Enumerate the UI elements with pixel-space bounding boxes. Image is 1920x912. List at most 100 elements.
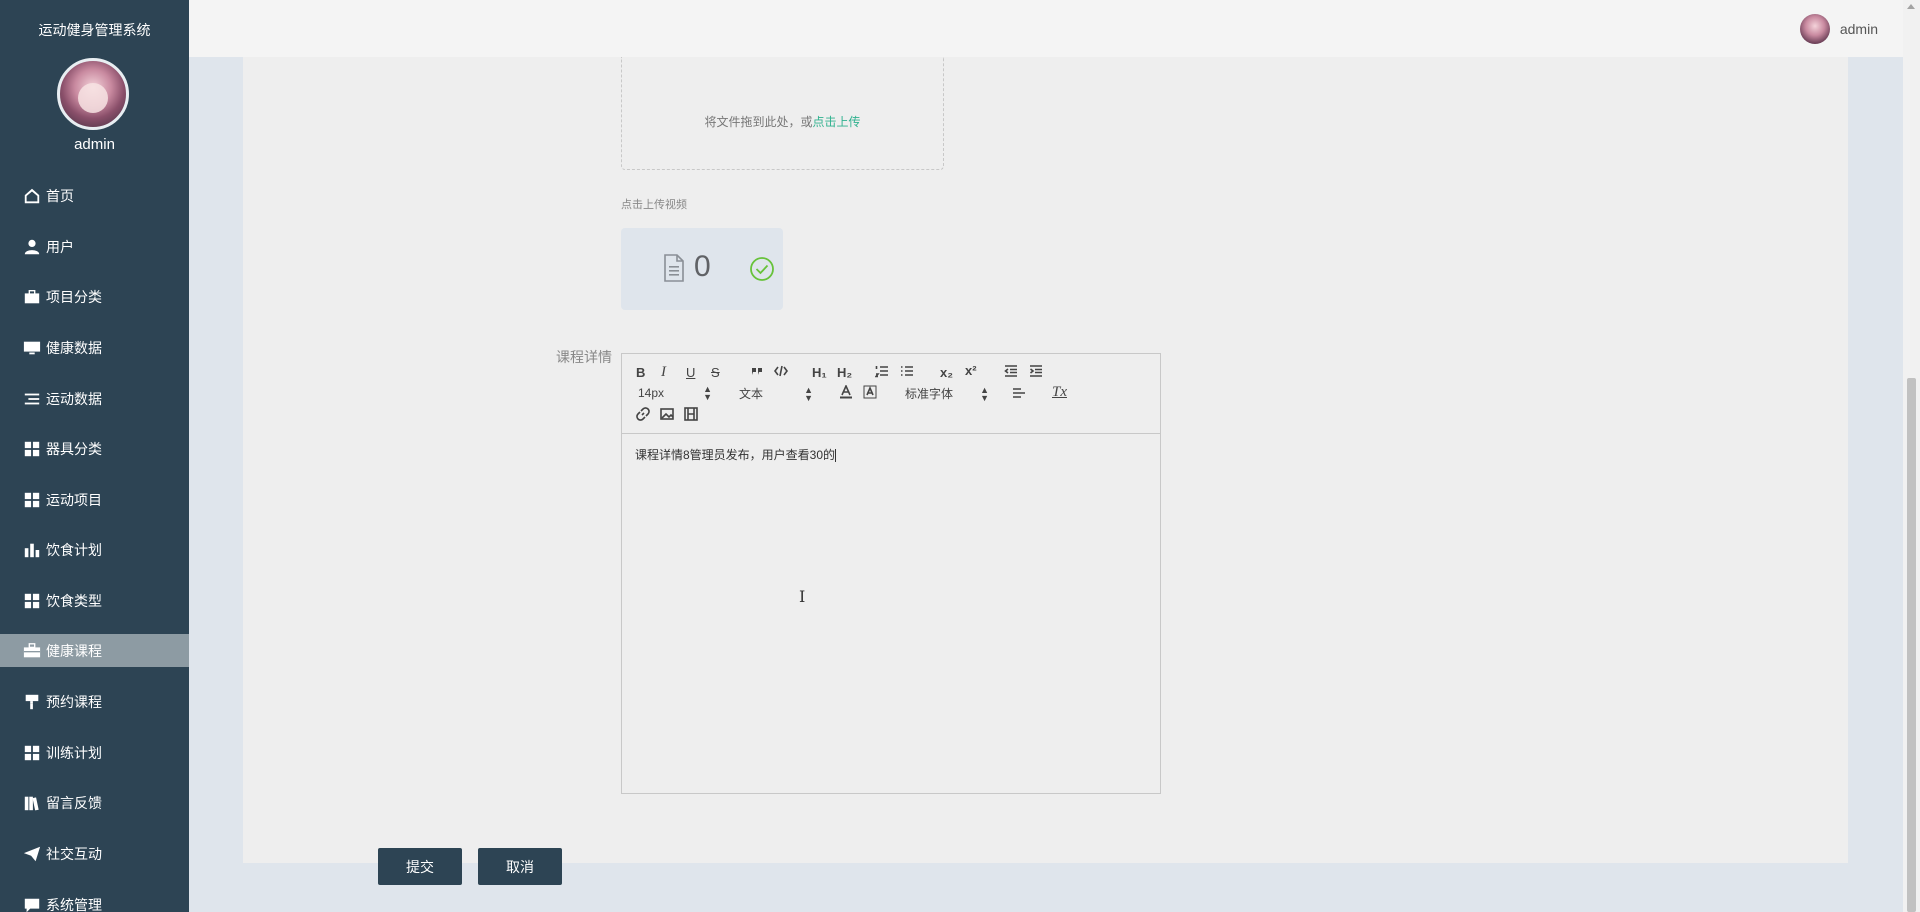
vertical-scrollbar[interactable] bbox=[1903, 0, 1920, 912]
video-button[interactable] bbox=[684, 407, 698, 425]
monitor-icon bbox=[22, 339, 42, 357]
underline-button[interactable]: U bbox=[686, 365, 695, 381]
home-icon bbox=[22, 187, 42, 205]
top-username: admin bbox=[1839, 21, 1878, 37]
grid-icon bbox=[22, 440, 42, 458]
sidebar-item-label: 社交互动 bbox=[46, 846, 102, 863]
toolbox-icon bbox=[22, 642, 42, 660]
sidebar-item-training-plan[interactable]: 训练计划 bbox=[0, 728, 189, 779]
outdent-button[interactable] bbox=[1004, 364, 1018, 382]
text-cursor bbox=[835, 449, 837, 463]
ordered-list-icon bbox=[874, 366, 888, 378]
video-upload-label[interactable]: 点击上传视频 bbox=[621, 196, 687, 212]
outdent-icon bbox=[1004, 365, 1017, 377]
image-icon bbox=[660, 408, 674, 420]
file-upload-dropzone[interactable]: 将文件拖到此处，或点击上传 bbox=[621, 57, 944, 170]
h1-button[interactable]: H₁ bbox=[812, 365, 827, 381]
sidebar-item-label: 器具分类 bbox=[46, 441, 102, 458]
course-form-card: 将文件拖到此处，或点击上传 点击上传视频 0 课程详情 B I U S H₁ H… bbox=[243, 57, 1848, 885]
code-block-button[interactable] bbox=[774, 364, 788, 382]
indent-button[interactable] bbox=[1029, 364, 1043, 382]
user-icon bbox=[22, 238, 42, 256]
sidebar-menu: 首页 用户 项目分类 健康数据 运动数据 器具分类 运动项目 饮食计划 饮食类型… bbox=[0, 171, 189, 912]
sidebar-item-diet-plan[interactable]: 饮食计划 bbox=[0, 525, 189, 576]
sidebar-item-sport-data[interactable]: 运动数据 bbox=[0, 373, 189, 424]
subscript-button[interactable]: x₂ bbox=[940, 365, 953, 381]
sidebar-item-label: 首页 bbox=[46, 188, 74, 205]
h2-button[interactable]: H₂ bbox=[837, 365, 852, 381]
font-family-select[interactable]: 标准字体 ▲ ▼ bbox=[905, 385, 989, 402]
sidebar-item-label: 饮食类型 bbox=[46, 593, 102, 610]
sidebar-item-social[interactable]: 社交互动 bbox=[0, 829, 189, 880]
video-upload-tile[interactable]: 0 bbox=[621, 228, 783, 310]
sidebar: 运动健身管理系统 admin 首页 用户 项目分类 健康数据 运动数据 器具分类 bbox=[0, 0, 189, 912]
sidebar-username: admin bbox=[74, 136, 115, 153]
font-size-select[interactable]: 14px ▲ ▼ bbox=[638, 384, 712, 402]
sidebar-item-home[interactable]: 首页 bbox=[0, 171, 189, 222]
submit-button[interactable]: 提交 bbox=[378, 848, 462, 885]
sidebar-item-diet-type[interactable]: 饮食类型 bbox=[0, 576, 189, 627]
grid-icon bbox=[22, 491, 42, 509]
bullet-list-button[interactable] bbox=[900, 364, 914, 382]
top-user-menu[interactable]: admin bbox=[1799, 14, 1878, 44]
sidebar-item-equipment-category[interactable]: 器具分类 bbox=[0, 424, 189, 475]
editor-text: 课程详情8管理员发布，用户查看30的 bbox=[635, 448, 836, 462]
link-button[interactable] bbox=[636, 407, 650, 425]
sidebar-item-health-data[interactable]: 健康数据 bbox=[0, 323, 189, 374]
bar-chart-icon bbox=[22, 541, 42, 559]
strike-button[interactable]: S bbox=[711, 365, 720, 381]
books-icon bbox=[22, 794, 42, 812]
ibeam-cursor-icon: I bbox=[799, 587, 806, 606]
scrollbar-thumb[interactable] bbox=[1907, 378, 1916, 912]
document-icon bbox=[664, 254, 684, 282]
sidebar-item-label: 健康数据 bbox=[46, 340, 102, 357]
sidebar-item-project-category[interactable]: 项目分类 bbox=[0, 272, 189, 323]
ordered-list-button[interactable] bbox=[874, 364, 889, 382]
header-value: 文本 bbox=[739, 387, 764, 401]
sidebar-item-health-course[interactable]: 健康课程 bbox=[0, 634, 189, 668]
sidebar-item-system[interactable]: 系统管理 bbox=[0, 879, 189, 912]
app-title: 运动健身管理系统 bbox=[38, 22, 151, 38]
paper-plane-icon bbox=[22, 845, 42, 863]
select-caret-icon: ▲ ▼ bbox=[804, 384, 813, 403]
upload-link[interactable]: 点击上传 bbox=[813, 115, 861, 129]
code-icon bbox=[774, 365, 788, 377]
superscript-button[interactable]: x² bbox=[965, 363, 977, 379]
sidebar-item-label: 系统管理 bbox=[46, 896, 102, 912]
briefcase-icon bbox=[22, 288, 42, 306]
editor-content[interactable]: 课程详情8管理员发布，用户查看30的 bbox=[635, 446, 837, 463]
quote-icon bbox=[752, 368, 762, 375]
scroll-up-arrow-icon[interactable] bbox=[1907, 4, 1915, 9]
sidebar-item-label: 预约课程 bbox=[46, 694, 102, 711]
list-icon bbox=[22, 390, 42, 408]
select-caret-icon: ▲ ▼ bbox=[980, 384, 989, 403]
text-color-button[interactable] bbox=[839, 384, 853, 403]
sidebar-item-label: 运动项目 bbox=[46, 491, 102, 508]
grid-icon bbox=[22, 592, 42, 610]
top-bar: admin bbox=[189, 0, 1920, 57]
clear-format-button[interactable]: Tx bbox=[1052, 384, 1067, 400]
sidebar-item-label: 用户 bbox=[46, 238, 74, 255]
font-size-value: 14px bbox=[638, 386, 665, 400]
bold-button[interactable]: B bbox=[636, 365, 645, 381]
cancel-button[interactable]: 取消 bbox=[478, 848, 562, 885]
header-select[interactable]: 文本 ▲ ▼ bbox=[739, 385, 813, 402]
sidebar-item-label: 健康课程 bbox=[46, 642, 102, 659]
align-left-icon bbox=[1013, 388, 1025, 398]
italic-button[interactable]: I bbox=[661, 364, 666, 380]
blockquote-button[interactable] bbox=[750, 364, 764, 382]
editor-toolbar: B I U S H₁ H₂ x₂ x² 14px ▲ ▼ 文本 ▲ ▼ 标准字体 ▲ ▼ T… bbox=[622, 354, 1160, 434]
image-button[interactable] bbox=[660, 407, 674, 425]
chat-icon bbox=[22, 896, 42, 912]
select-caret-icon: ▲ ▼ bbox=[703, 384, 712, 402]
sidebar-item-feedback[interactable]: 留言反馈 bbox=[0, 778, 189, 829]
check-circle-icon bbox=[750, 257, 774, 281]
paint-roller-icon bbox=[22, 693, 42, 711]
background-color-button[interactable] bbox=[863, 385, 877, 403]
sidebar-item-booking-course[interactable]: 预约课程 bbox=[0, 677, 189, 728]
sidebar-item-sport-project[interactable]: 运动项目 bbox=[0, 475, 189, 526]
top-avatar bbox=[1799, 14, 1830, 44]
align-button[interactable] bbox=[1012, 386, 1026, 404]
sidebar-item-user[interactable]: 用户 bbox=[0, 222, 189, 273]
bullet-list-icon bbox=[901, 366, 913, 376]
